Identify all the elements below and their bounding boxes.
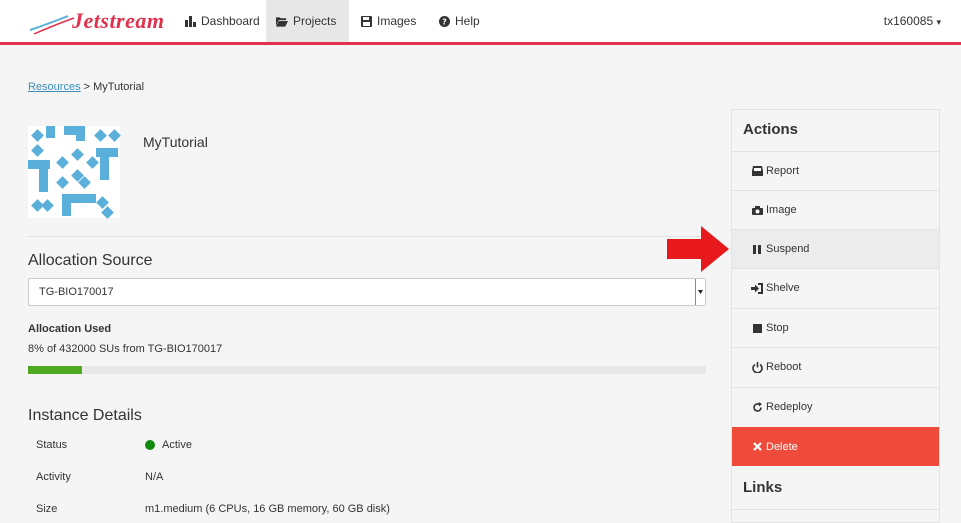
- action-redeploy-label: Redeploy: [766, 401, 813, 413]
- detail-label-size: Size: [36, 503, 58, 515]
- detail-value-size: m1.medium (6 CPUs, 16 GB memory, 60 GB d…: [145, 503, 390, 515]
- detail-value-activity: N/A: [145, 471, 164, 483]
- nav-images[interactable]: Images: [350, 0, 426, 42]
- red-arrow-pointer-icon: [667, 226, 729, 272]
- action-shelve-button[interactable]: Shelve: [732, 268, 939, 307]
- breadcrumb-current: MyTutorial: [93, 81, 145, 93]
- allocation-progress-fill: [28, 366, 83, 374]
- stop-icon: [751, 322, 763, 334]
- top-navbar: Jetstream Dashboard Projects Images ? He…: [0, 0, 961, 45]
- links-panel-divider: [732, 509, 939, 523]
- power-icon: [751, 361, 763, 373]
- breadcrumb-separator: >: [83, 81, 91, 93]
- action-image-button[interactable]: Image: [732, 190, 939, 229]
- detail-value-status: Active: [145, 439, 192, 451]
- allocation-progress-bar: [28, 366, 706, 374]
- allocation-source-value: TG-BIO170017: [39, 286, 114, 298]
- allocation-source-title: Allocation Source: [28, 252, 153, 269]
- action-delete-button[interactable]: Delete: [732, 427, 939, 466]
- select-caret-icon: [695, 279, 705, 305]
- detail-label-activity: Activity: [36, 471, 71, 483]
- action-shelve-label: Shelve: [766, 282, 800, 294]
- allocation-used-label: Allocation Used: [28, 323, 112, 335]
- project-identicon: [28, 126, 121, 219]
- jetstream-logo[interactable]: Jetstream: [28, 4, 164, 40]
- pause-icon: [751, 243, 763, 255]
- breadcrumb: Resources > MyTutorial: [28, 81, 144, 93]
- action-suspend-button[interactable]: Suspend: [732, 229, 939, 268]
- action-stop-label: Stop: [766, 322, 789, 334]
- nav-projects-label: Projects: [293, 14, 337, 28]
- allocation-used-text: 8% of 432000 SUs from TG-BIO170017: [28, 343, 223, 355]
- links-heading: Links: [743, 479, 783, 496]
- actions-heading: Actions: [743, 121, 799, 138]
- section-divider: [28, 236, 706, 237]
- action-report-label: Report: [766, 165, 800, 177]
- caret-down-icon: ▾: [936, 17, 941, 27]
- bar-chart-icon: [184, 15, 196, 27]
- folder-open-icon: [276, 15, 288, 27]
- sign-in-icon: [751, 282, 763, 294]
- floppy-disk-icon: [360, 15, 372, 27]
- nav-dashboard-label: Dashboard: [201, 14, 260, 28]
- detail-label-status: Status: [36, 439, 68, 451]
- instance-details-title: Instance Details: [28, 407, 142, 424]
- nav-help-label: Help: [455, 14, 480, 28]
- nav-dashboard[interactable]: Dashboard: [174, 0, 270, 42]
- action-reboot-label: Reboot: [766, 361, 802, 373]
- logo-text: Jetstream: [72, 8, 165, 33]
- action-suspend-label: Suspend: [766, 243, 810, 255]
- action-report-button[interactable]: Report: [732, 151, 939, 190]
- action-delete-label: Delete: [766, 440, 798, 453]
- camera-icon: [751, 204, 763, 216]
- svg-text:?: ?: [442, 17, 447, 26]
- nav-projects[interactable]: Projects: [266, 0, 349, 42]
- username: tx160085: [883, 14, 934, 28]
- user-menu[interactable]: tx160085 ▾: [884, 0, 941, 42]
- actions-panel: Actions Report Image Suspend Shelve Stop: [731, 109, 940, 523]
- status-dot-icon: [145, 440, 155, 450]
- allocation-source-select[interactable]: TG-BIO170017: [28, 278, 706, 306]
- inbox-icon: [751, 165, 763, 177]
- breadcrumb-resources-link[interactable]: Resources: [28, 81, 81, 93]
- logo-swoosh-icon: [29, 15, 75, 35]
- question-circle-icon: ?: [438, 15, 450, 27]
- nav-help[interactable]: ? Help: [428, 0, 490, 42]
- action-stop-button[interactable]: Stop: [732, 308, 939, 347]
- refresh-icon: [751, 401, 763, 413]
- action-reboot-button[interactable]: Reboot: [732, 347, 939, 386]
- action-redeploy-button[interactable]: Redeploy: [732, 387, 939, 426]
- action-image-label: Image: [766, 204, 797, 216]
- nav-images-label: Images: [377, 14, 417, 28]
- close-icon: [751, 441, 763, 453]
- status-value: Active: [162, 439, 192, 451]
- project-name: MyTutorial: [143, 134, 208, 150]
